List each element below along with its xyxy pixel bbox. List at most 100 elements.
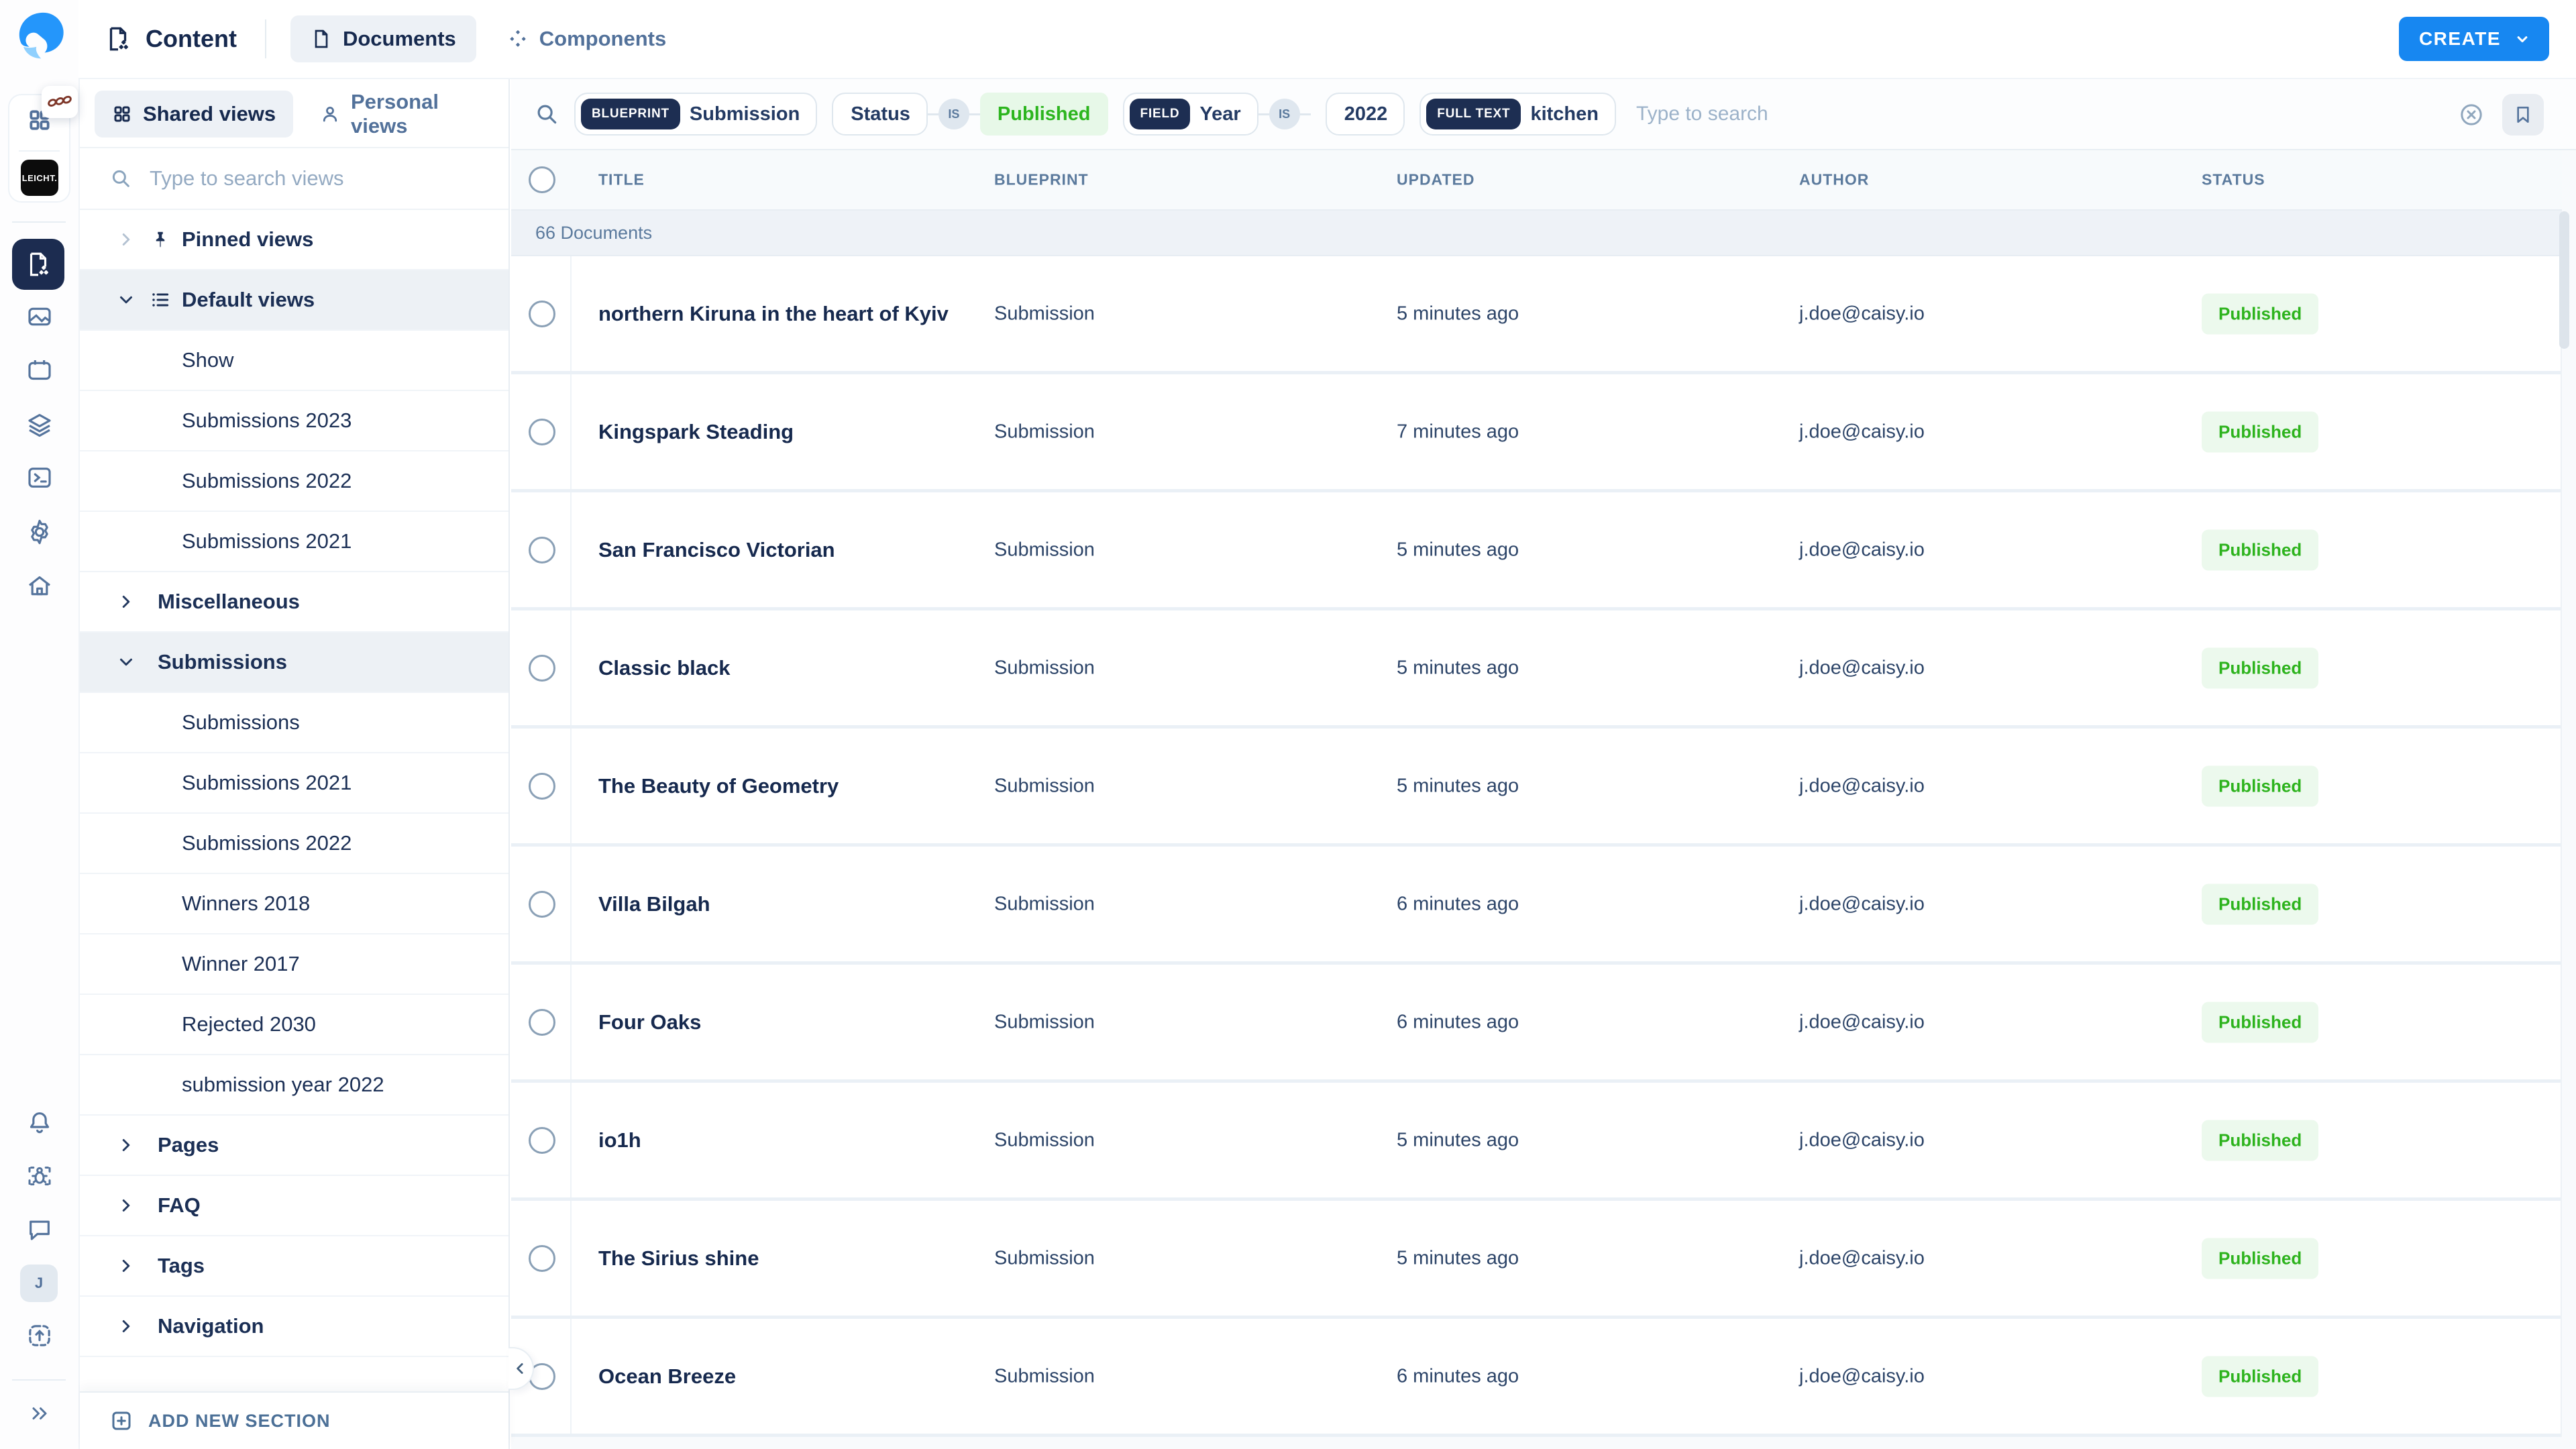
sidebar-item-submissions-2022-b[interactable]: Submissions 2022 xyxy=(80,814,508,874)
tab-components[interactable]: Components xyxy=(487,15,686,62)
add-new-section-button[interactable]: ADD NEW SECTION xyxy=(80,1391,508,1449)
chevron-right-icon[interactable] xyxy=(115,1135,138,1155)
select-all-checkbox[interactable] xyxy=(529,166,555,193)
filter-chip-year-value[interactable]: 2022 xyxy=(1325,93,1405,136)
filter-chip-fulltext[interactable]: FULL TEXT kitchen xyxy=(1419,93,1616,136)
nav-calendar-icon[interactable] xyxy=(0,357,78,384)
chevron-down-icon[interactable] xyxy=(115,652,138,672)
doc-title[interactable]: The Sirius shine xyxy=(598,1246,759,1271)
operator-is[interactable]: IS xyxy=(938,99,969,129)
nav-terminal-icon[interactable] xyxy=(0,464,78,491)
sidebar-item-pinned-views[interactable]: Pinned views xyxy=(80,210,508,270)
notifications-bell-icon[interactable] xyxy=(0,1109,78,1136)
column-blueprint[interactable]: BLUEPRINT xyxy=(994,171,1089,189)
sidebar-item-submission-year-2022[interactable]: submission year 2022 xyxy=(80,1055,508,1116)
filter-chip-status[interactable]: Status xyxy=(832,93,928,136)
doc-title[interactable]: The Beauty of Geometry xyxy=(598,774,839,798)
tab-documents[interactable]: Documents xyxy=(290,15,476,62)
doc-title[interactable]: Ocean Breeze xyxy=(598,1364,736,1389)
table-row[interactable]: Classic black Submission 5 minutes ago j… xyxy=(511,610,2561,729)
sidebar-item-miscellaneous[interactable]: Miscellaneous xyxy=(80,572,508,633)
table-row[interactable]: Kingspark Steading Submission 7 minutes … xyxy=(511,374,2561,492)
doc-title[interactable]: Villa Bilgah xyxy=(598,892,710,916)
column-title[interactable]: TITLE xyxy=(598,171,645,189)
chevron-right-icon[interactable] xyxy=(115,1256,138,1276)
sidebar-item-winners-2018[interactable]: Winners 2018 xyxy=(80,874,508,934)
nav-blueprints-icon[interactable] xyxy=(0,411,78,437)
operator-is[interactable]: IS xyxy=(1269,99,1300,129)
chevron-right-icon[interactable] xyxy=(115,592,138,612)
row-checkbox[interactable] xyxy=(529,654,555,682)
sidebar-item-tags[interactable]: Tags xyxy=(80,1236,508,1297)
sidebar-item-default-views[interactable]: Default views xyxy=(80,270,508,331)
sidebar-item-submissions-2022[interactable]: Submissions 2022 xyxy=(80,451,508,512)
clear-filters-icon[interactable] xyxy=(2458,101,2485,128)
caisy-logo[interactable] xyxy=(9,8,66,64)
table-row[interactable]: San Francisco Victorian Submission 5 min… xyxy=(511,492,2561,610)
divider xyxy=(19,150,60,152)
nav-home-icon[interactable] xyxy=(0,573,78,600)
row-checkbox[interactable] xyxy=(529,300,555,327)
tab-shared-views[interactable]: Shared views xyxy=(95,91,294,138)
table-row[interactable]: Ocean Breeze Submission 6 minutes ago j.… xyxy=(511,1319,2561,1437)
scrollbar-thumb[interactable] xyxy=(2559,211,2569,349)
nav-settings-icon[interactable] xyxy=(0,518,78,546)
filter-chip-blueprint[interactable]: BLUEPRINT Submission xyxy=(574,93,818,136)
row-checkbox[interactable] xyxy=(529,1244,555,1272)
chevron-right-icon[interactable] xyxy=(115,1316,138,1336)
sidebar-item-label: Submissions 2023 xyxy=(182,409,352,432)
nav-content-icon[interactable] xyxy=(12,239,64,290)
column-updated[interactable]: UPDATED xyxy=(1397,171,1474,189)
doc-title[interactable]: io1h xyxy=(598,1128,641,1152)
expand-rail-icon[interactable] xyxy=(0,1401,78,1426)
doc-title[interactable]: Four Oaks xyxy=(598,1010,701,1034)
row-checkbox[interactable] xyxy=(529,1008,555,1036)
sidebar-item-submissions-group[interactable]: Submissions xyxy=(80,633,508,693)
filter-search-placeholder[interactable]: Type to search xyxy=(1636,103,1768,125)
filter-chip-field-year[interactable]: FIELD Year xyxy=(1122,93,1258,136)
row-checkbox[interactable] xyxy=(529,772,555,800)
user-avatar[interactable]: J xyxy=(20,1265,58,1302)
nav-media-icon[interactable] xyxy=(0,303,78,330)
organization-badge-icon[interactable] xyxy=(42,86,78,118)
sidebar-item-submissions-2023[interactable]: Submissions 2023 xyxy=(80,391,508,451)
row-checkbox[interactable] xyxy=(529,1126,555,1154)
sidebar-item-submissions-2021[interactable]: Submissions 2021 xyxy=(80,512,508,572)
doc-title[interactable]: Classic black xyxy=(598,656,730,680)
chevron-right-icon[interactable] xyxy=(115,1195,138,1216)
table-row[interactable]: The Sirius shine Submission 5 minutes ag… xyxy=(511,1201,2561,1319)
table-row[interactable]: io1h Submission 5 minutes ago j.doe@cais… xyxy=(511,1083,2561,1201)
save-view-bookmark-button[interactable] xyxy=(2502,94,2544,136)
sidebar-item-winner-2017[interactable]: Winner 2017 xyxy=(80,934,508,995)
table-row[interactable]: The Beauty of Geometry Submission 5 minu… xyxy=(511,729,2561,847)
views-search[interactable]: Type to search views xyxy=(80,148,508,210)
export-icon[interactable] xyxy=(0,1322,78,1349)
table-row[interactable]: Four Oaks Submission 6 minutes ago j.doe… xyxy=(511,965,2561,1083)
table-row[interactable]: Villa Bilgah Submission 6 minutes ago j.… xyxy=(511,847,2561,965)
status-value-published[interactable]: Published xyxy=(979,93,1108,136)
bug-report-icon[interactable] xyxy=(0,1163,78,1189)
tab-personal-views[interactable]: Personal views xyxy=(303,90,508,138)
column-status[interactable]: STATUS xyxy=(2202,171,2265,189)
workspace-logo[interactable]: LEICHT. xyxy=(21,160,58,196)
sidebar-item-faq[interactable]: FAQ xyxy=(80,1176,508,1236)
row-checkbox[interactable] xyxy=(529,418,555,445)
column-author[interactable]: AUTHOR xyxy=(1799,171,1869,189)
sidebar-item-pages[interactable]: Pages xyxy=(80,1116,508,1176)
doc-title[interactable]: northern Kiruna in the heart of Kyiv xyxy=(598,302,949,326)
sidebar-item-submissions[interactable]: Submissions xyxy=(80,693,508,753)
doc-title[interactable]: San Francisco Victorian xyxy=(598,538,835,562)
row-checkbox[interactable] xyxy=(529,890,555,918)
sidebar-item-submissions-2021-b[interactable]: Submissions 2021 xyxy=(80,753,508,814)
sidebar-item-show[interactable]: Show xyxy=(80,331,508,391)
feedback-chat-icon[interactable] xyxy=(0,1216,78,1242)
row-checkbox[interactable] xyxy=(529,536,555,564)
create-button[interactable]: CREATE xyxy=(2398,17,2549,61)
sidebar-item-navigation[interactable]: Navigation xyxy=(80,1297,508,1357)
doc-updated: 7 minutes ago xyxy=(1397,421,1519,442)
table-row[interactable]: northern Kiruna in the heart of Kyiv Sub… xyxy=(511,256,2561,374)
chevron-right-icon[interactable] xyxy=(115,229,138,250)
chevron-down-icon[interactable] xyxy=(115,290,138,310)
sidebar-item-rejected-2030[interactable]: Rejected 2030 xyxy=(80,995,508,1055)
doc-title[interactable]: Kingspark Steading xyxy=(598,420,794,444)
